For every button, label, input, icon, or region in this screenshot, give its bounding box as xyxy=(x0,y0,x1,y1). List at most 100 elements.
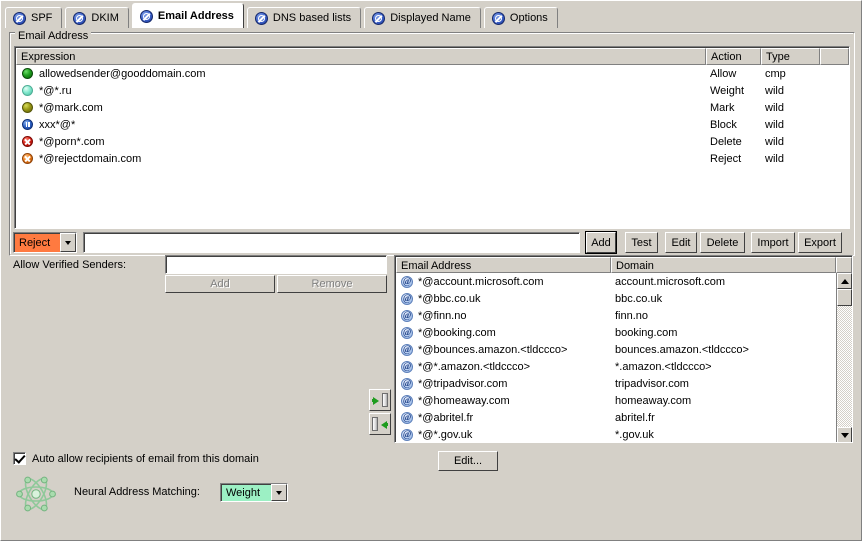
table-row[interactable]: allowedsender@gooddomain.com Allow cmp xyxy=(16,65,849,82)
tab-displayed-name[interactable]: Displayed Name xyxy=(364,7,481,28)
domain-text: homeaway.com xyxy=(611,395,836,407)
table-row[interactable]: @ *@*.gov.uk *.gov.uk xyxy=(396,426,836,443)
tab-strip: SPF DKIM Email Address DNS based lists D… xyxy=(5,4,859,28)
at-sign-icon: @ xyxy=(401,395,413,407)
prohibition-icon xyxy=(13,12,26,25)
scrollbar-track[interactable] xyxy=(837,289,852,427)
move-right-button[interactable] xyxy=(369,389,391,411)
table-row[interactable]: @ *@tripadvisor.com tripadvisor.com xyxy=(396,375,836,392)
neural-address-matching-label: Neural Address Matching: xyxy=(74,486,200,498)
vertical-scrollbar[interactable] xyxy=(836,273,852,443)
table-row[interactable]: *@rejectdomain.com Reject wild xyxy=(16,150,849,167)
address-table-header: Email Address Domain xyxy=(396,257,852,273)
auto-allow-row[interactable]: Auto allow recipients of email from this… xyxy=(13,452,259,465)
table-row[interactable]: @ *@booking.com booking.com xyxy=(396,324,836,341)
table-row[interactable]: @ *@homeaway.com homeaway.com xyxy=(396,392,836,409)
table-row[interactable]: @ *@account.microsoft.com account.micros… xyxy=(396,273,836,290)
prohibition-icon xyxy=(372,12,385,25)
neural-address-matching-select[interactable]: Weight xyxy=(220,483,288,502)
expression-text: *@porn*.com xyxy=(39,136,105,148)
email-text: *@account.microsoft.com xyxy=(418,276,544,288)
verified-sender-add-button[interactable]: Add xyxy=(165,275,275,293)
red-x-icon xyxy=(22,136,33,147)
email-text: *@*.gov.uk xyxy=(418,429,472,441)
type-text: wild xyxy=(761,119,820,131)
expression-text: *@rejectdomain.com xyxy=(39,153,141,165)
tab-label: Displayed Name xyxy=(390,13,471,24)
address-table-inner: Email Address Domain @ *@account.microso… xyxy=(395,256,852,442)
email-text: *@abritel.fr xyxy=(418,412,473,424)
table-row[interactable]: @ *@abritel.fr abritel.fr xyxy=(396,409,836,426)
domain-text: tripadvisor.com xyxy=(611,378,836,390)
table-row[interactable]: *@porn*.com Delete wild xyxy=(16,133,849,150)
scroll-up-button[interactable] xyxy=(837,273,852,289)
neural-select-value: Weight xyxy=(221,484,271,501)
table-row[interactable]: *@*.ru Weight wild xyxy=(16,82,849,99)
action-select-value: Reject xyxy=(14,233,60,252)
export-button[interactable]: Export xyxy=(798,232,842,253)
action-select[interactable]: Reject xyxy=(13,232,77,253)
tab-label: DKIM xyxy=(91,13,119,24)
table-row[interactable]: @ *@*.amazon.<tldccco> *.amazon.<tldccco… xyxy=(396,358,836,375)
auto-allow-checkbox[interactable] xyxy=(13,452,26,465)
tab-options[interactable]: Options xyxy=(484,7,558,28)
arrow-left-icon xyxy=(372,417,388,431)
expression-list[interactable]: Expression Action Type allowedsender@goo… xyxy=(14,46,850,229)
column-header-filler xyxy=(836,257,852,273)
scrollbar-thumb[interactable] xyxy=(837,289,852,306)
tab-dkim[interactable]: DKIM xyxy=(65,7,129,28)
expression-list-rows: allowedsender@gooddomain.com Allow cmp *… xyxy=(16,65,849,167)
verified-sender-remove-button[interactable]: Remove xyxy=(277,275,387,293)
table-row[interactable]: @ *@bounces.amazon.<tldccco> bounces.ama… xyxy=(396,341,836,358)
type-text: cmp xyxy=(761,68,820,80)
table-row[interactable]: xxx*@* Block wild xyxy=(16,116,849,133)
column-header-email-address[interactable]: Email Address xyxy=(396,257,611,273)
at-sign-icon: @ xyxy=(401,310,413,322)
prohibition-icon xyxy=(492,12,505,25)
at-sign-icon: @ xyxy=(401,378,413,390)
verified-sender-input[interactable] xyxy=(166,256,386,273)
prohibition-icon xyxy=(140,10,153,23)
column-header-expression[interactable]: Expression xyxy=(16,48,706,65)
tab-email-address[interactable]: Email Address xyxy=(132,3,244,28)
email-text: *@homeaway.com xyxy=(418,395,510,407)
table-row[interactable]: @ *@bbc.co.uk bbc.co.uk xyxy=(396,290,836,307)
at-sign-icon: @ xyxy=(401,276,413,288)
tab-label: Options xyxy=(510,13,548,24)
action-text: Delete xyxy=(706,136,761,148)
tab-label: Email Address xyxy=(158,11,234,22)
prohibition-icon xyxy=(255,12,268,25)
column-header-filler xyxy=(820,48,849,65)
test-button[interactable]: Test xyxy=(625,232,658,253)
expression-input-wrap[interactable] xyxy=(83,232,580,253)
address-table[interactable]: Email Address Domain @ *@account.microso… xyxy=(394,255,853,443)
column-header-domain[interactable]: Domain xyxy=(611,257,836,273)
table-row[interactable]: @ *@finn.no finn.no xyxy=(396,307,836,324)
domain-text: booking.com xyxy=(611,327,836,339)
import-button[interactable]: Import xyxy=(751,232,795,253)
tab-spf[interactable]: SPF xyxy=(5,7,62,28)
allow-verified-senders-label: Allow Verified Senders: xyxy=(13,259,126,271)
column-header-type[interactable]: Type xyxy=(761,48,820,65)
verified-sender-input-wrap[interactable] xyxy=(165,255,387,274)
move-left-button[interactable] xyxy=(369,413,391,435)
column-header-action[interactable]: Action xyxy=(706,48,761,65)
table-row[interactable]: *@mark.com Mark wild xyxy=(16,99,849,116)
expression-list-inner: Expression Action Type allowedsender@goo… xyxy=(15,47,849,228)
tab-dns-based-lists[interactable]: DNS based lists xyxy=(247,7,361,28)
chevron-down-icon[interactable] xyxy=(60,233,76,252)
at-sign-icon: @ xyxy=(401,361,413,373)
chevron-down-icon[interactable] xyxy=(271,484,287,501)
edit-button[interactable]: Edit xyxy=(665,232,697,253)
expression-text: *@mark.com xyxy=(39,102,103,114)
scroll-down-button[interactable] xyxy=(837,427,852,443)
action-text: Reject xyxy=(706,153,761,165)
address-table-rows: @ *@account.microsoft.com account.micros… xyxy=(396,273,836,443)
type-text: wild xyxy=(761,102,820,114)
add-button[interactable]: Add xyxy=(586,232,616,253)
delete-button[interactable]: Delete xyxy=(700,232,745,253)
domain-text: finn.no xyxy=(611,310,836,322)
expression-input[interactable] xyxy=(84,233,579,252)
edit-dialog-button[interactable]: Edit... xyxy=(438,451,498,471)
orange-x-icon xyxy=(22,153,33,164)
